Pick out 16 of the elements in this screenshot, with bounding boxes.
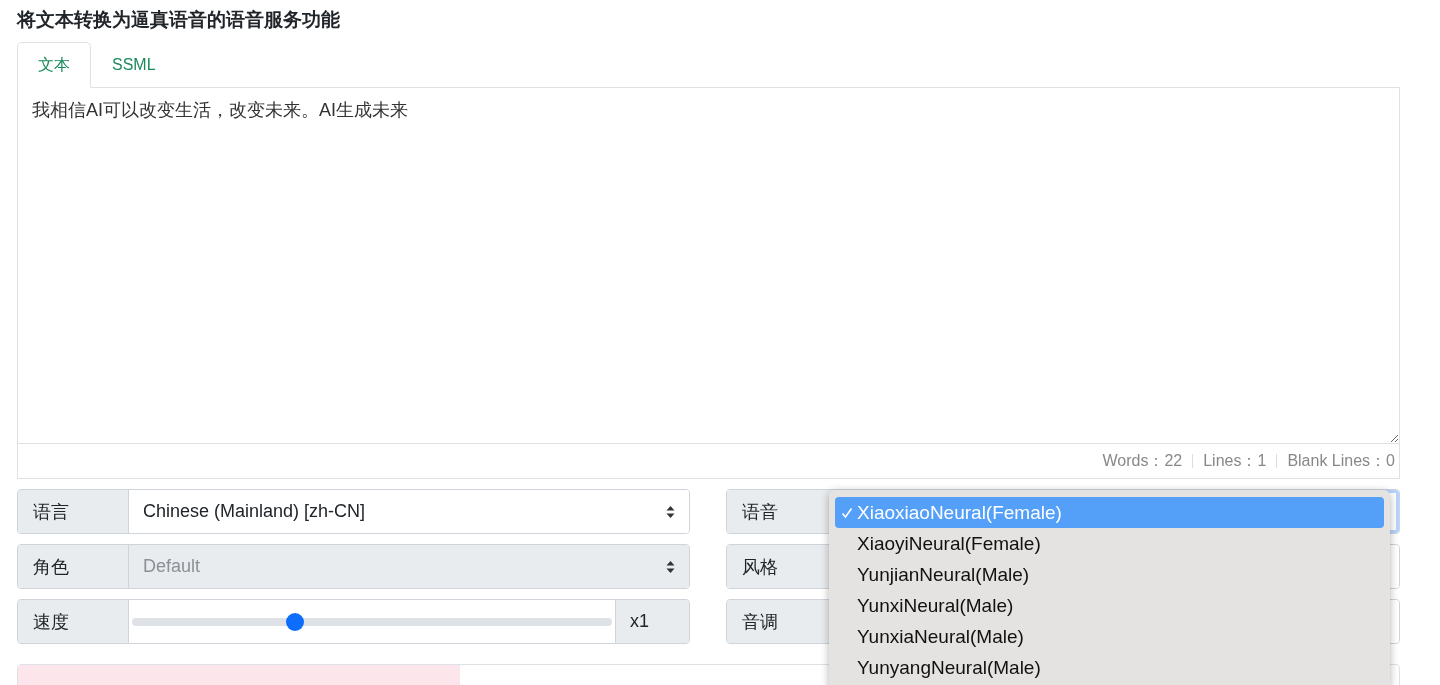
- page-title: 将文本转换为逼真语音的语音服务功能: [17, 8, 341, 32]
- dropdown-option[interactable]: YunyangNeural(Male): [835, 652, 1384, 683]
- stat-text: Blank Lines：0: [1287, 450, 1395, 471]
- text-input[interactable]: 我相信AI可以改变生活，改变未来。AI生成未来: [17, 87, 1400, 444]
- check-icon: [841, 507, 853, 519]
- tab[interactable]: SSML: [91, 42, 177, 88]
- stat-text: Lines：1: [1203, 450, 1267, 471]
- slider-thumb[interactable]: [286, 612, 305, 631]
- dropdown-option[interactable]: XiaoyiNeural(Female): [835, 528, 1384, 559]
- dropdown-option[interactable]: YunjianNeural(Male): [835, 559, 1384, 590]
- field-label: 速度: [18, 600, 129, 643]
- tab[interactable]: 文本: [17, 42, 91, 88]
- stat-text: Words：22: [1102, 450, 1183, 471]
- dropdown-option[interactable]: YunxiNeural(Male): [835, 590, 1384, 621]
- dropdown-option[interactable]: YunxiaNeural(Male): [835, 621, 1384, 652]
- speed-reading: x1: [615, 600, 689, 643]
